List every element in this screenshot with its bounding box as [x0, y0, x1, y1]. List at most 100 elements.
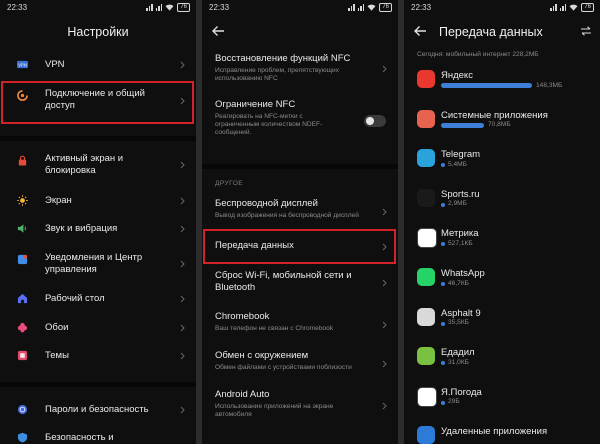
status-time: 22:33	[209, 3, 230, 12]
signal-2-icon	[357, 4, 365, 11]
svg-text:VPN: VPN	[18, 63, 26, 68]
settings-item-wallpaper[interactable]: Обои	[0, 318, 196, 338]
edadil-icon	[417, 347, 435, 366]
chromebook-item[interactable]: Chromebook Ваш телефон не связан с Chrom…	[202, 310, 398, 338]
app-name: Едадил	[441, 347, 475, 359]
swap-icon[interactable]	[580, 26, 592, 36]
chevron-right-icon	[180, 260, 185, 268]
nfc-limit-item[interactable]: Ограничение NFC Реагировать на NFC-метки…	[202, 98, 398, 144]
item-title: Chromebook	[215, 311, 270, 322]
settings-item-sound[interactable]: Звук и вибрация	[0, 219, 196, 239]
highlight-box	[1, 81, 194, 124]
divider	[0, 136, 196, 141]
yandex-icon	[417, 70, 435, 88]
ya-pogoda-icon	[417, 386, 437, 407]
item-title: Восстановление функций NFC	[215, 53, 351, 64]
sports-ru-icon	[417, 188, 435, 207]
metrika-icon	[417, 228, 437, 249]
android-auto-item[interactable]: Android Auto Использование приложений на…	[202, 388, 398, 428]
shield-icon	[17, 432, 28, 443]
item-subtitle: Реагировать на NFC-метки с ограниченным …	[215, 113, 323, 136]
nfc-limit-toggle[interactable]	[364, 115, 386, 127]
telegram-icon	[417, 149, 435, 168]
item-title: Обмен с окружением	[215, 350, 309, 361]
usage-dot	[441, 242, 445, 247]
app-name: Удаленные приложения	[441, 426, 548, 438]
app-name: WhatsApp	[441, 268, 485, 279]
settings-item-lock-screen[interactable]: Активный экран и блокировка	[0, 150, 196, 182]
usage-bar	[441, 122, 484, 128]
page-title: Настройки	[67, 25, 129, 39]
settings-item-display[interactable]: Экран	[0, 191, 196, 211]
settings-item-label: VPN	[45, 59, 65, 70]
app-name: Системные приложения	[441, 109, 548, 121]
app-usage-value: 35,5КБ	[448, 319, 470, 327]
app-usage-row[interactable]: Яндекс 148,3МБ	[404, 66, 600, 106]
item-subtitle: Использование приложений на экране автом…	[215, 403, 334, 418]
settings-item-vpn[interactable]: VPN VPN	[0, 55, 196, 75]
chevron-right-icon	[180, 61, 185, 69]
settings-item-themes[interactable]: Темы	[0, 346, 196, 366]
section-header: ДРУГОЕ	[215, 180, 244, 187]
nearby-share-item[interactable]: Обмен с окружением Обмен файлами с устро…	[202, 349, 398, 377]
system-apps-icon	[417, 109, 435, 128]
settings-item-privacy[interactable]: Безопасность и	[0, 428, 196, 444]
app-usage-value: 31,0КБ	[448, 358, 470, 366]
wifi-icon	[569, 4, 578, 11]
chevron-right-icon	[382, 321, 387, 329]
usage-dot	[441, 361, 445, 366]
app-usage-row[interactable]: Едадил 31,0КБ	[404, 343, 600, 383]
app-usage-row[interactable]: Sports.ru 2,9МБ	[404, 185, 600, 225]
vpn-icon: VPN	[17, 60, 28, 69]
settings-item-label: Безопасность и	[45, 432, 114, 443]
app-usage-value: 148,3МБ	[536, 81, 563, 89]
wireless-display-item[interactable]: Беспроводной дисплей Вывод изображения н…	[202, 197, 398, 225]
item-subtitle: Ваш телефон не связан с Chromebook	[215, 325, 334, 332]
settings-item-home-screen[interactable]: Рабочий стол	[0, 289, 196, 309]
app-usage-value: 5,4МБ	[448, 160, 467, 168]
item-subtitle: Вывод изображения на беспроводной диспле…	[215, 212, 359, 219]
app-usage-value: 70,8МБ	[488, 121, 511, 129]
status-bar: 22:33 76	[0, 0, 196, 18]
data-usage-screen: 22:33 76 Передача данных Сегодня: мобиль…	[404, 0, 600, 444]
battery-icon: 76	[379, 3, 392, 12]
settings-item-label: Обои	[45, 322, 69, 333]
item-subtitle: Исправление проблем, препятствующих испо…	[215, 67, 340, 82]
status-time: 22:33	[411, 3, 432, 12]
nfc-restore-item[interactable]: Восстановление функций NFC Исправление п…	[202, 52, 398, 86]
app-usage-row[interactable]: Telegram 5,4МБ	[404, 145, 600, 185]
home-icon	[17, 293, 28, 304]
settings-screen: 22:33 76 Настройки VPN VPN Подключение и…	[0, 0, 196, 444]
status-time: 22:33	[7, 3, 28, 12]
app-usage-row[interactable]: WhatsApp 46,7КБ	[404, 264, 600, 304]
notifications-icon	[17, 254, 28, 265]
signal-icon	[146, 4, 153, 11]
settings-item-passwords[interactable]: Пароли и безопасность	[0, 400, 196, 420]
chevron-right-icon	[180, 295, 185, 303]
back-arrow-icon[interactable]	[413, 25, 427, 37]
reset-network-item[interactable]: Сброс Wi-Fi, мобильной сети и Bluetooth	[202, 269, 398, 299]
connection-sharing-screen: 22:33 76 Восстановление функций NFC Испр…	[202, 0, 398, 444]
item-title: Сброс Wi-Fi, мобильной сети и Bluetooth	[215, 270, 352, 293]
back-arrow-icon[interactable]	[211, 25, 225, 37]
app-usage-row[interactable]: Системные приложения 70,8МБ	[404, 106, 600, 146]
battery-icon: 76	[177, 3, 190, 12]
chevron-right-icon	[180, 352, 185, 360]
whatsapp-icon	[417, 268, 435, 286]
lock-icon	[18, 155, 27, 166]
status-bar: 22:33 76	[202, 0, 398, 18]
app-usage-row[interactable]: Я.Погода 29Б	[404, 383, 600, 423]
app-usage-value: 46,7КБ	[448, 279, 470, 287]
battery-icon: 76	[581, 3, 594, 12]
usage-dot	[441, 202, 445, 207]
app-usage-row[interactable]: Метрика 527,1КБ	[404, 224, 600, 264]
app-usage-row[interactable]: Asphalt 9 35,5КБ	[404, 304, 600, 344]
app-usage-value: 527,1КБ	[448, 239, 473, 247]
app-name: Sports.ru	[441, 188, 480, 200]
divider	[202, 164, 398, 169]
app-usage-row[interactable]: Удаленные приложения	[404, 422, 600, 444]
settings-item-notifications[interactable]: Уведомления и Центр управления	[0, 249, 196, 281]
item-subtitle: Обмен файлами с устройствами поблизости	[215, 364, 352, 371]
sun-icon	[17, 195, 28, 206]
wifi-icon	[165, 4, 174, 11]
